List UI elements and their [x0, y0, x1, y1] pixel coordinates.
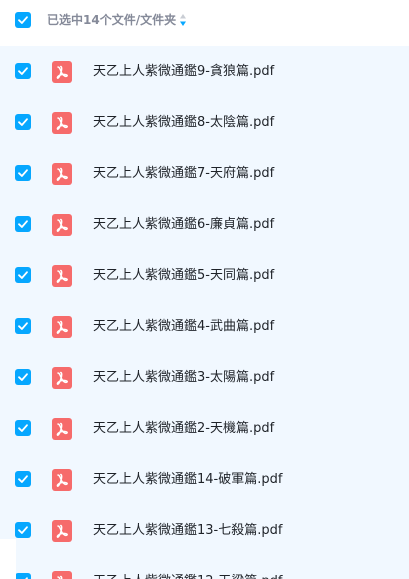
file-checkbox[interactable] — [15, 471, 31, 487]
checkmark-icon — [18, 475, 28, 483]
file-row[interactable]: 天乙上人紫微通鑑4-武曲篇.pdf — [0, 301, 409, 352]
pdf-file-icon — [52, 112, 72, 134]
selection-count-label: 已选中14个文件/文件夹 — [47, 13, 177, 27]
file-name: 天乙上人紫微通鑑3-太陽篇.pdf — [93, 370, 275, 385]
file-row[interactable]: 天乙上人紫微通鑑14-破軍篇.pdf — [0, 454, 409, 505]
file-name: 天乙上人紫微通鑑5-天同篇.pdf — [93, 268, 275, 283]
file-row[interactable]: 天乙上人紫微通鑑7-天府篇.pdf — [0, 148, 409, 199]
file-checkbox[interactable] — [15, 216, 31, 232]
file-name: 天乙上人紫微通鑑2-天機篇.pdf — [93, 421, 275, 436]
file-name: 天乙上人紫微通鑑7-天府篇.pdf — [93, 166, 275, 181]
panel-edge — [0, 539, 16, 579]
file-list: 天乙上人紫微通鑑9-貪狼篇.pdf 天乙上人紫微通鑑8-太陰篇.pdf 天乙上人… — [0, 46, 409, 579]
file-row[interactable]: 天乙上人紫微通鑑9-貪狼篇.pdf — [0, 46, 409, 97]
checkmark-icon — [18, 526, 28, 534]
file-checkbox[interactable] — [15, 165, 31, 181]
select-all-checkbox[interactable] — [15, 12, 31, 28]
checkmark-icon — [18, 16, 28, 24]
pdf-file-icon — [52, 163, 72, 185]
pdf-file-icon — [52, 469, 72, 491]
file-row[interactable]: 天乙上人紫微通鑑12-天梁篇.pdf — [0, 556, 409, 579]
file-name: 天乙上人紫微通鑑9-貪狼篇.pdf — [93, 64, 275, 79]
pdf-file-icon — [52, 571, 72, 579]
checkmark-icon — [18, 220, 28, 228]
file-name: 天乙上人紫微通鑑12-天梁篇.pdf — [93, 573, 282, 579]
file-name: 天乙上人紫微通鑑8-太陰篇.pdf — [93, 115, 275, 130]
file-row[interactable]: 天乙上人紫微通鑑5-天同篇.pdf — [0, 250, 409, 301]
file-checkbox[interactable] — [15, 318, 31, 334]
file-checkbox[interactable] — [15, 522, 31, 538]
pdf-file-icon — [52, 520, 72, 542]
file-name: 天乙上人紫微通鑑13-七殺篇.pdf — [93, 523, 283, 538]
file-checkbox[interactable] — [15, 573, 31, 579]
file-checkbox[interactable] — [15, 63, 31, 79]
pdf-file-icon — [52, 61, 72, 83]
file-row[interactable]: 天乙上人紫微通鑑3-太陽篇.pdf — [0, 352, 409, 403]
file-checkbox[interactable] — [15, 114, 31, 130]
file-checkbox[interactable] — [15, 267, 31, 283]
selection-header: 已选中14个文件/文件夹 — [0, 0, 409, 46]
checkmark-icon — [18, 67, 28, 75]
file-name: 天乙上人紫微通鑑14-破軍篇.pdf — [93, 472, 283, 487]
checkmark-icon — [18, 373, 28, 381]
pdf-file-icon — [52, 316, 72, 338]
pdf-file-icon — [52, 367, 72, 389]
file-row[interactable]: 天乙上人紫微通鑑13-七殺篇.pdf — [0, 505, 409, 556]
pdf-file-icon — [52, 265, 72, 287]
pdf-file-icon — [52, 214, 72, 236]
file-row[interactable]: 天乙上人紫微通鑑6-廉貞篇.pdf — [0, 199, 409, 250]
sort-arrows-icon[interactable] — [179, 13, 187, 27]
pdf-file-icon — [52, 418, 72, 440]
checkmark-icon — [18, 169, 28, 177]
checkmark-icon — [18, 118, 28, 126]
checkmark-icon — [25, 577, 28, 579]
file-row[interactable]: 天乙上人紫微通鑑8-太陰篇.pdf — [0, 97, 409, 148]
file-name: 天乙上人紫微通鑑6-廉貞篇.pdf — [93, 217, 275, 232]
file-checkbox[interactable] — [15, 369, 31, 385]
file-name: 天乙上人紫微通鑑4-武曲篇.pdf — [93, 319, 275, 334]
checkmark-icon — [18, 271, 28, 279]
checkmark-icon — [18, 322, 28, 330]
file-row[interactable]: 天乙上人紫微通鑑2-天機篇.pdf — [0, 403, 409, 454]
file-checkbox[interactable] — [15, 420, 31, 436]
checkmark-icon — [18, 424, 28, 432]
